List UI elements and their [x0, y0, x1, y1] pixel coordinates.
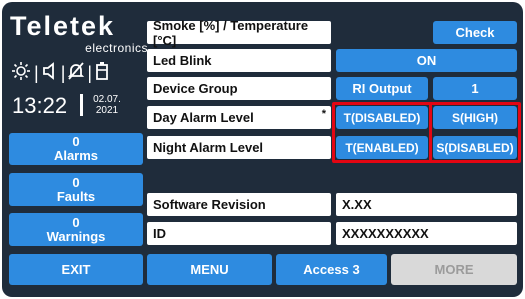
separator: |	[34, 62, 39, 83]
clock-date: 02.07. 2021	[87, 94, 127, 118]
led-blink-toggle[interactable]: ON	[336, 49, 517, 72]
warnings-label: Warnings	[46, 228, 106, 244]
alarms-count: 0	[72, 134, 80, 149]
menu-button[interactable]: MENU	[147, 254, 272, 285]
alarm-level-highlight	[332, 102, 521, 163]
id-label: ID	[147, 222, 331, 245]
sun-icon	[10, 61, 32, 86]
alarms-button[interactable]: 0 Alarms	[9, 133, 143, 165]
day-alarm-level-label: Day Alarm Level *	[147, 106, 331, 129]
smoke-temperature-label: Smoke [%] / Temperature [°C]	[147, 18, 331, 48]
faults-button[interactable]: 0 Faults	[9, 173, 143, 206]
brand-logo: Teletek	[10, 11, 116, 41]
separator: |	[60, 62, 66, 83]
warnings-button[interactable]: 0 Warnings	[9, 213, 143, 246]
software-revision-label: Software Revision	[147, 193, 331, 216]
clock-time: 13:22	[12, 93, 68, 118]
battery-icon	[94, 61, 110, 86]
exit-button[interactable]: EXIT	[9, 254, 143, 285]
id-value: XXXXXXXXXX	[336, 222, 517, 245]
brand-subtitle: electronics	[85, 41, 148, 55]
separator: |	[87, 62, 93, 83]
speaker-icon	[41, 61, 59, 86]
night-alarm-level-label: Night Alarm Level	[147, 136, 331, 159]
date-year: 2021	[95, 105, 119, 116]
alarms-label: Alarms	[53, 148, 99, 163]
status-icon-row: | | |	[10, 61, 150, 86]
faults-count: 0	[72, 174, 80, 190]
day-alarm-level-text: Day Alarm Level	[153, 110, 254, 125]
modified-marker: *	[321, 108, 326, 120]
faults-label: Faults	[56, 188, 96, 204]
alarm-level-highlight-divider	[429, 102, 432, 163]
device-group-label: Device Group	[147, 77, 331, 100]
date-day-month: 02.07.	[93, 94, 121, 105]
ri-output-label[interactable]: RI Output	[336, 77, 428, 100]
led-blink-label: Led Blink	[147, 49, 331, 72]
more-button[interactable]: MORE	[391, 254, 517, 285]
device-panel: Teletek electronics | | | 13:22 02.07. 2…	[2, 2, 523, 297]
ri-output-value[interactable]: 1	[433, 77, 517, 100]
check-button[interactable]: Check	[433, 21, 517, 44]
bell-off-icon	[67, 61, 85, 86]
clock-separator	[80, 94, 83, 116]
software-revision-value: X.XX	[336, 193, 517, 216]
warnings-count: 0	[72, 214, 80, 230]
access-level-button[interactable]: Access 3	[276, 254, 387, 285]
